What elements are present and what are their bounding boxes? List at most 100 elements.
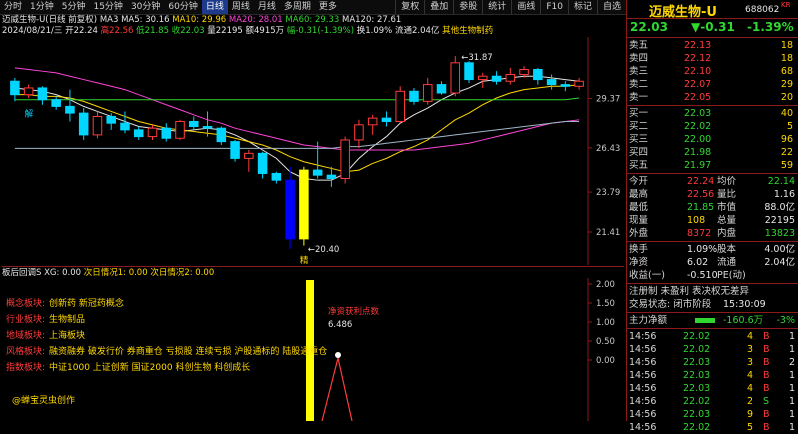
bid-price: 21.98	[684, 147, 712, 158]
net-inflow-label: 主力净额	[629, 315, 668, 326]
toolbar-button-6[interactable]: 标记	[567, 0, 597, 14]
period-tab-10[interactable]: 更多	[315, 0, 341, 14]
candle-body[interactable]	[505, 74, 516, 82]
candle-body[interactable]	[230, 141, 240, 159]
toolbar-button-4[interactable]: 画线	[511, 0, 540, 14]
period-tab-1[interactable]: 1分钟	[26, 0, 58, 14]
quote-row: 买五 21.97 59	[627, 159, 798, 172]
tick-count: 1	[788, 409, 795, 420]
candle-body[interactable]	[285, 179, 295, 240]
candle-body[interactable]	[533, 69, 543, 81]
candle-body[interactable]	[244, 152, 254, 159]
candle-body[interactable]	[216, 127, 227, 143]
ma120-label: MA120: 27.61	[342, 15, 402, 25]
candle-body[interactable]	[202, 126, 213, 129]
tick-volume: 4	[747, 383, 754, 394]
candle-body[interactable]	[65, 105, 75, 114]
candle-body[interactable]	[326, 174, 337, 180]
candle-body[interactable]	[189, 120, 199, 128]
ask-volume: 18	[780, 53, 793, 64]
ask-price: 22.07	[684, 79, 712, 90]
toolbar-button-0[interactable]: 复权	[395, 0, 424, 14]
candle-body[interactable]	[354, 124, 364, 141]
period-tab-2[interactable]: 5分钟	[58, 0, 90, 14]
concept-row: 概念板块: 创新药 新冠药概念	[6, 296, 336, 312]
period-tab-8[interactable]: 月线	[254, 0, 280, 14]
candle-body[interactable]	[340, 139, 350, 180]
toolbar-button-7[interactable]: 自选	[596, 0, 626, 14]
candle-body[interactable]	[10, 80, 20, 96]
candle-body[interactable]	[312, 169, 323, 176]
candle-body[interactable]	[147, 127, 158, 138]
period-tab-7[interactable]: 周线	[228, 0, 254, 14]
stat-label: 均价	[717, 176, 737, 187]
candle-body[interactable]	[133, 129, 144, 138]
net-inflow-value: -160.6万	[723, 315, 764, 326]
candle-body[interactable]	[395, 90, 405, 122]
candle-body[interactable]	[78, 112, 89, 136]
divider	[627, 328, 798, 329]
tick-time: 14:56	[629, 331, 657, 342]
candle-body[interactable]	[436, 84, 447, 94]
candle-body[interactable]	[299, 169, 309, 240]
float-label: 流通2.04亿	[394, 26, 440, 36]
toolbar-button-5[interactable]: F10	[540, 0, 568, 14]
candle-body[interactable]	[106, 115, 116, 124]
quote-row: 买二 22.02 5	[627, 120, 798, 133]
candle-body[interactable]	[491, 75, 502, 82]
amount-label: 额4915万	[245, 26, 285, 36]
candle-body[interactable]	[450, 62, 461, 94]
price-tick-label-3: 21.41	[596, 228, 620, 238]
quote-row: 14:56 22.03 4 B 1	[627, 382, 798, 395]
candle-body[interactable]	[464, 62, 474, 81]
candle-body[interactable]	[161, 127, 172, 139]
stat-label: 流通	[717, 257, 737, 268]
candle-body[interactable]	[367, 117, 378, 126]
quote-row: 卖四 22.12 18	[627, 52, 798, 65]
period-tab-6[interactable]: 日线	[201, 0, 228, 14]
candle-body[interactable]	[23, 87, 34, 96]
toolbar-button-3[interactable]: 统计	[482, 0, 511, 14]
concept-label: 指数板块:	[6, 363, 46, 373]
candlestick-chart[interactable]: 29.37 26.43 23.79 21.41 ←31.87 ←20.40 解精	[0, 37, 626, 265]
candle-body[interactable]	[175, 120, 185, 139]
stat-value: 1.16	[773, 189, 795, 200]
period-tab-0[interactable]: 分时	[0, 0, 26, 14]
candle-body[interactable]	[37, 87, 48, 101]
last-price: 22.03	[630, 20, 668, 34]
candle-body[interactable]	[381, 117, 392, 122]
trade-state: 交易状态: 闭市阶段	[629, 299, 712, 310]
candle-body[interactable]	[92, 115, 103, 136]
candle-body[interactable]	[519, 69, 529, 76]
period-tab-4[interactable]: 30分钟	[127, 0, 164, 14]
candle-body[interactable]	[574, 80, 584, 87]
quote-row: 卖二 22.07 29	[627, 78, 798, 91]
quote-row: 买三 22.00 96	[627, 133, 798, 146]
stock-code: 688062	[745, 5, 780, 15]
ask-label: 卖三	[629, 66, 649, 77]
candle-body[interactable]	[257, 152, 268, 174]
divider	[627, 37, 798, 38]
candle-body[interactable]	[478, 75, 488, 81]
candle-body[interactable]	[546, 79, 557, 86]
period-tab-9[interactable]: 多周期	[280, 0, 315, 14]
candle-body[interactable]	[422, 84, 433, 102]
toolbar-button-1[interactable]: 叠加	[424, 0, 453, 14]
ask-label: 卖一	[629, 92, 649, 103]
tick-time: 14:56	[629, 409, 657, 420]
indicator-tick-label-3: 0.50	[596, 337, 615, 347]
quote-row: 卖五 22.13 18	[627, 39, 798, 52]
toolbar-button-2[interactable]: 参股	[453, 0, 482, 14]
candle-body[interactable]	[51, 99, 61, 107]
quote-row: 14:56 22.02 3 B 1	[627, 343, 798, 356]
candle-body[interactable]	[409, 90, 419, 102]
jie-marker: 解	[25, 108, 34, 119]
period-tab-5[interactable]: 60分钟	[164, 0, 201, 14]
candle-body[interactable]	[560, 84, 571, 87]
period-tab-3[interactable]: 15分钟	[89, 0, 126, 14]
quote-row: 收益(一) -0.510 PE(动)	[627, 269, 798, 282]
tick-volume: 5	[747, 422, 754, 433]
indicator-name[interactable]: 板后回调S	[2, 268, 41, 278]
candle-body[interactable]	[271, 172, 282, 181]
candle-body[interactable]	[120, 122, 130, 131]
